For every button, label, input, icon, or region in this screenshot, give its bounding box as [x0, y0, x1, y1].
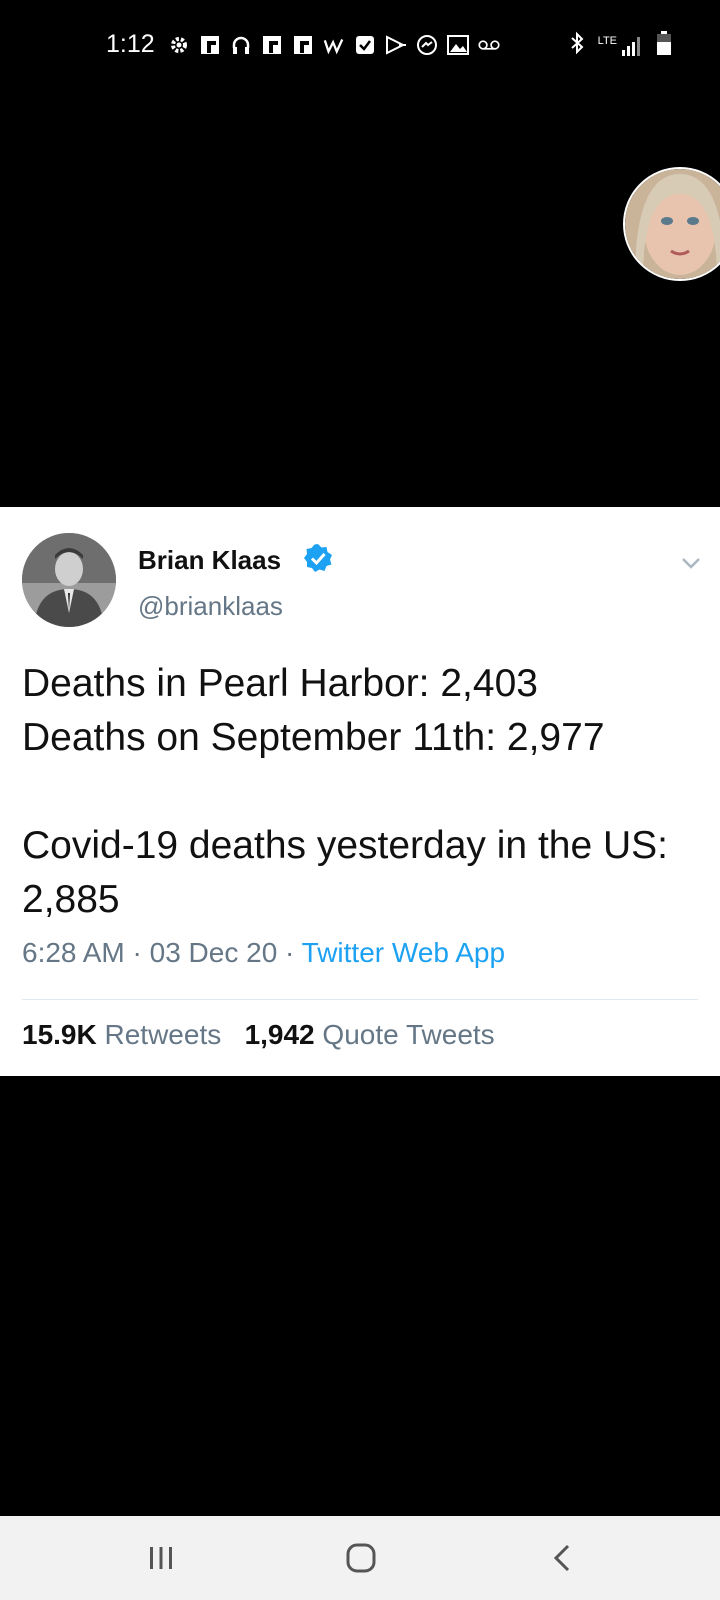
headphones-icon — [230, 34, 252, 56]
w-app-icon — [323, 34, 345, 56]
check-box-icon — [354, 34, 376, 56]
play-store-icon — [385, 34, 407, 56]
author-name[interactable]: Brian Klaas — [138, 545, 281, 576]
tweet-text: Deaths in Pearl Harbor: 2,403 Deaths on … — [22, 662, 669, 921]
gear-icon — [168, 34, 190, 56]
quote-tweets-count: 1,942 — [244, 1019, 315, 1050]
tweet-source-link[interactable]: Twitter Web App — [302, 937, 505, 968]
author-handle[interactable]: @brianklaas — [138, 591, 283, 622]
battery-icon — [656, 30, 672, 61]
flipboard-icon — [261, 34, 283, 56]
lte-signal-icon: LTE — [598, 35, 644, 57]
author-avatar[interactable] — [22, 533, 116, 627]
back-icon[interactable] — [543, 1538, 583, 1578]
retweets-count: 15.9K — [22, 1019, 97, 1050]
home-icon[interactable] — [341, 1538, 381, 1578]
voicemail-icon — [478, 34, 500, 56]
status-bar: 1:12 LTE — [0, 0, 720, 92]
flipboard-icon — [199, 34, 221, 56]
chat-head-avatar — [625, 169, 720, 279]
messenger-icon — [416, 34, 438, 56]
meta-separator: · — [277, 937, 302, 968]
tweet-time[interactable]: 6:28 AM — [22, 937, 125, 968]
network-type-label: LTE — [597, 34, 617, 47]
status-time: 1:12 — [106, 30, 155, 58]
recent-apps-icon[interactable] — [141, 1538, 181, 1578]
system-icons: LTE — [568, 30, 672, 61]
verified-badge-icon — [303, 543, 333, 573]
divider — [22, 999, 698, 1000]
quote-tweets-label: Quote Tweets — [322, 1019, 495, 1050]
bluetooth-icon — [568, 31, 586, 60]
chat-head-bubble[interactable] — [623, 167, 720, 281]
retweets-label: Retweets — [104, 1019, 222, 1050]
meta-separator: · — [124, 937, 150, 968]
flipboard-icon — [292, 34, 314, 56]
tweet-card[interactable]: Brian Klaas @brianklaas Deaths in Pearl … — [0, 507, 720, 1076]
tweet-meta: 6:28 AM · 03 Dec 20 · Twitter Web App — [22, 937, 505, 969]
tweet-stats: 15.9K Retweets 1,942 Quote Tweets — [22, 1019, 495, 1051]
notification-icons — [168, 34, 500, 56]
navigation-bar — [0, 1516, 720, 1600]
tweet-date[interactable]: 03 Dec 20 — [150, 937, 278, 968]
chevron-down-icon[interactable] — [678, 550, 704, 576]
quote-tweets-stat[interactable]: 1,942 Quote Tweets — [245, 1019, 495, 1050]
gallery-icon — [447, 34, 469, 56]
retweets-stat[interactable]: 15.9K Retweets — [22, 1019, 221, 1050]
